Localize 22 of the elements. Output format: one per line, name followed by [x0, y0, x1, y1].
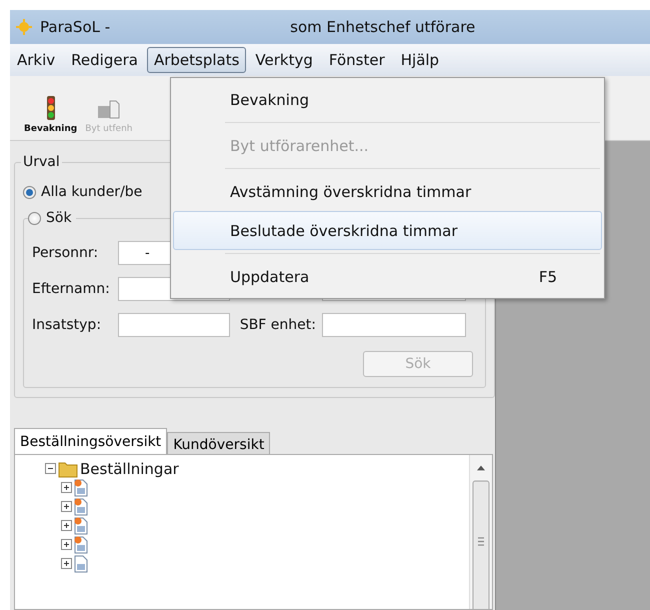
field-label: Personnr:: [32, 245, 100, 261]
field-label: SBF enhet:: [238, 317, 316, 333]
menu-item[interactable]: Arbetsplats: [146, 47, 246, 73]
menu-item[interactable]: Redigera: [64, 47, 145, 73]
tree-item[interactable]: Beställningar: [80, 460, 179, 478]
window-title: ParaSoL -: [40, 18, 110, 36]
menu-item[interactable]: Bevakning: [173, 80, 602, 119]
field-label: Insatstyp:: [32, 317, 102, 333]
menu-item[interactable]: Beslutade överskridna timmar: [173, 211, 602, 250]
menu-item[interactable]: Uppdatera F5: [173, 257, 602, 296]
field-label: Efternamn:: [32, 281, 111, 297]
tab[interactable]: Kundöversikt: [167, 432, 270, 454]
menu-item[interactable]: Verktyg: [248, 47, 320, 73]
tab[interactable]: Beställningsöversikt: [14, 428, 168, 454]
menu-item[interactable]: Fönster: [322, 47, 392, 73]
shortcut-label: F5: [538, 268, 557, 286]
window-title: som Enhetschef utförare: [290, 18, 476, 36]
menu-item[interactable]: Arkiv: [10, 47, 62, 73]
menu-item[interactable]: Avstämning överskridna timmar: [173, 172, 602, 211]
menu-item[interactable]: Hjälp: [394, 47, 446, 73]
toolbar-button[interactable]: Bevakning: [22, 96, 80, 140]
radio-label[interactable]: Alla kunder/be: [41, 184, 142, 200]
